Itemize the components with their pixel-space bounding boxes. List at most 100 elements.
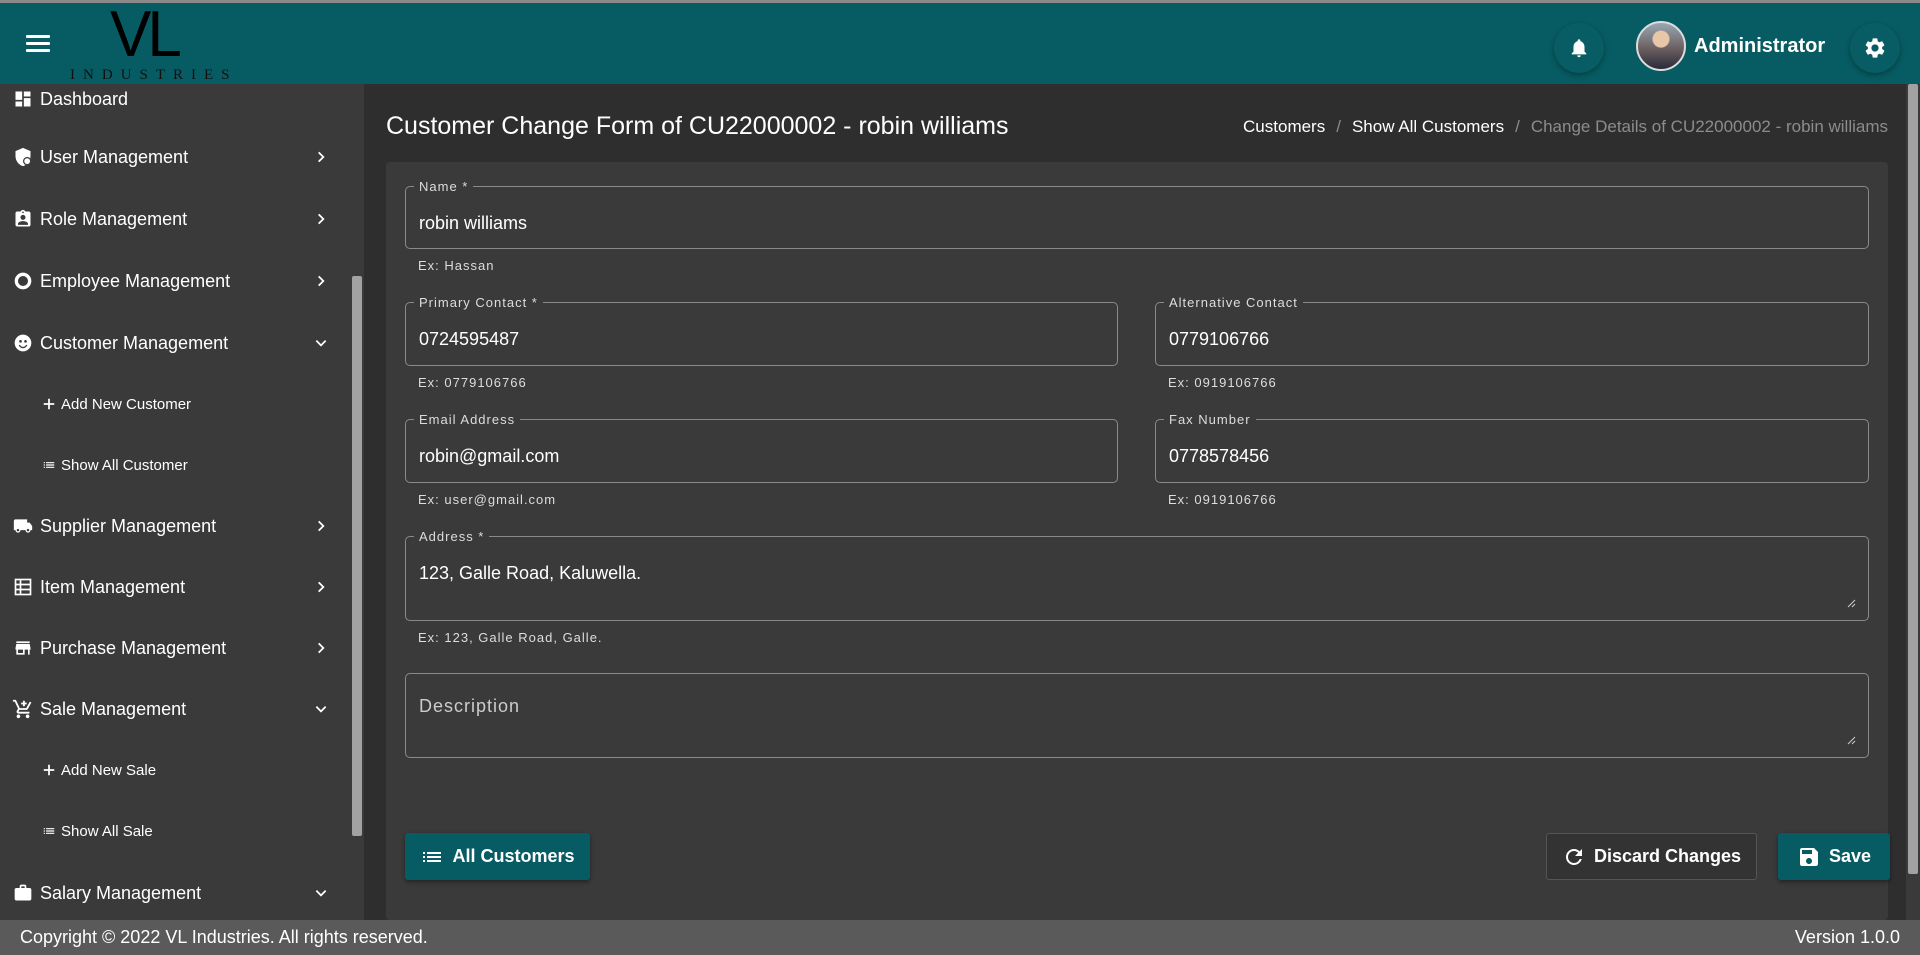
fax-hint: Ex: 0919106766 xyxy=(1168,492,1277,507)
footer-version: Version 1.0.0 xyxy=(1794,927,1900,947)
user-menu[interactable]: Administrator xyxy=(1636,21,1825,71)
sidebar-item-employee-management[interactable]: Employee Management xyxy=(0,256,350,306)
save-icon xyxy=(1799,847,1818,866)
chevron-down-icon xyxy=(315,340,327,347)
address-value: 123, Galle Road, Kaluwella. xyxy=(419,563,642,583)
fax-value: 0778578456 xyxy=(1169,446,1270,466)
chevron-down-icon xyxy=(315,890,327,897)
sidebar-item-salary-management[interactable]: Salary Management xyxy=(0,868,350,918)
primary-contact-value: 0724595487 xyxy=(419,329,520,349)
alternative-contact-value: 0779106766 xyxy=(1169,329,1270,349)
email-hint: Ex: user@gmail.com xyxy=(418,492,557,507)
sidebar-item-label: Employee Management xyxy=(40,270,231,291)
sidebar-item-label: Role Management xyxy=(40,208,188,229)
hamburger-menu-icon[interactable] xyxy=(26,31,60,61)
save-button[interactable]: Save xyxy=(1778,833,1890,880)
list-icon xyxy=(38,820,60,842)
fax-field[interactable]: Fax Number 0778578456 xyxy=(1155,412,1869,483)
primary-contact-hint: Ex: 0779106766 xyxy=(418,375,527,390)
page-title: Customer Change Form of CU22000002 - rob… xyxy=(386,112,1009,140)
sidebar-item-label: Add New Sale xyxy=(61,761,157,779)
dashboard-icon xyxy=(12,88,34,110)
resize-handle-icon[interactable] xyxy=(1846,598,1856,608)
logo-main-text: VL xyxy=(110,0,182,71)
top-app-bar: VL INDUSTRIES Administrator xyxy=(0,0,1920,84)
sidebar-item-user-management[interactable]: User Management xyxy=(0,132,350,182)
sidebar-item-show-all-customer[interactable]: Show All Customer xyxy=(0,440,350,490)
alternative-contact-hint: Ex: 0919106766 xyxy=(1168,375,1277,390)
sidebar-item-label: Customer Management xyxy=(40,332,229,353)
all-customers-label: All Customers xyxy=(452,846,575,866)
sidebar-item-dashboard[interactable]: Dashboard xyxy=(0,84,350,124)
list-icon xyxy=(38,454,60,476)
main-scrollbar-thumb[interactable] xyxy=(1908,84,1918,874)
breadcrumb: Customers / Show All Customers / Change … xyxy=(1243,117,1888,137)
notifications-button[interactable] xyxy=(1554,23,1604,73)
discard-changes-label: Discard Changes xyxy=(1593,846,1742,866)
footer-copyright: Copyright © 2022 VL Industries. All righ… xyxy=(20,927,428,947)
name-value: robin williams xyxy=(419,213,528,233)
plus-icon xyxy=(38,393,60,415)
bell-icon xyxy=(1571,39,1587,58)
sidebar-item-customer-management[interactable]: Customer Management xyxy=(0,318,350,368)
address-hint: Ex: 123, Galle Road, Galle. xyxy=(418,630,603,645)
settings-button[interactable] xyxy=(1850,23,1900,73)
sidebar-item-label: Salary Management xyxy=(40,882,202,903)
refresh-icon xyxy=(1565,848,1582,865)
breadcrumb-current: Change Details of CU22000002 - robin wil… xyxy=(1530,117,1888,136)
fax-label: Fax Number xyxy=(1164,412,1256,427)
alternative-contact-field[interactable]: Alternative Contact 0779106766 xyxy=(1155,295,1869,366)
sidebar: Dashboard User Management Role Managemen… xyxy=(0,84,364,920)
all-customers-button[interactable]: All Customers xyxy=(405,833,590,880)
gear-icon xyxy=(1865,38,1885,58)
chevron-right-icon xyxy=(318,151,325,163)
name-field[interactable]: Name * robin williams xyxy=(405,179,1869,249)
sidebar-item-item-management[interactable]: Item Management xyxy=(0,562,350,612)
logo-sub-text: INDUSTRIES xyxy=(70,67,238,83)
circle-icon xyxy=(12,270,34,292)
breadcrumb-customers[interactable]: Customers xyxy=(1243,117,1325,137)
sidebar-item-label: Dashboard xyxy=(40,88,129,109)
address-field[interactable]: Address * 123, Galle Road, Kaluwella. xyxy=(405,529,1869,621)
alternative-contact-label: Alternative Contact xyxy=(1164,295,1303,310)
sidebar-item-label: Add New Customer xyxy=(61,395,192,413)
chevron-right-icon xyxy=(318,581,325,593)
name-hint: Ex: Hassan xyxy=(418,258,495,273)
breadcrumb-show-all-customers[interactable]: Show All Customers xyxy=(1352,117,1504,137)
main-content: Customer Change Form of CU22000002 - rob… xyxy=(364,84,1920,920)
table-icon xyxy=(12,576,34,598)
email-label: Email Address xyxy=(414,412,521,427)
primary-contact-label: Primary Contact * xyxy=(414,295,543,310)
sidebar-item-purchase-management[interactable]: Purchase Management xyxy=(0,623,350,673)
sidebar-item-show-all-sale[interactable]: Show All Sale xyxy=(0,806,350,856)
sidebar-item-sale-management[interactable]: Sale Management xyxy=(0,684,350,734)
face-icon xyxy=(12,332,34,354)
email-field[interactable]: Email Address robin@gmail.com xyxy=(405,412,1118,483)
chevron-right-icon xyxy=(318,520,325,532)
id-badge-icon xyxy=(12,208,34,230)
chevron-right-icon xyxy=(318,275,325,287)
customer-form-card: Name * robin williams Ex: Hassan Primary… xyxy=(386,162,1890,920)
user-name: Administrator xyxy=(1694,34,1826,57)
resize-handle-icon[interactable] xyxy=(1846,735,1856,745)
chevron-right-icon xyxy=(318,213,325,225)
description-field[interactable]: Description xyxy=(405,673,1869,758)
app-logo[interactable]: VL INDUSTRIES xyxy=(68,0,238,87)
sidebar-item-add-new-sale[interactable]: Add New Sale xyxy=(0,745,350,795)
discard-changes-button[interactable]: Discard Changes xyxy=(1546,833,1757,880)
user-shield-icon xyxy=(12,146,34,168)
save-label: Save xyxy=(1828,846,1872,866)
chevron-right-icon xyxy=(318,642,325,654)
breadcrumb-separator: / xyxy=(1336,117,1341,136)
address-label: Address * xyxy=(414,529,490,544)
list-icon xyxy=(423,851,442,862)
truck-icon xyxy=(12,515,34,537)
sidebar-item-role-management[interactable]: Role Management xyxy=(0,194,350,244)
sidebar-item-add-new-customer[interactable]: Add New Customer xyxy=(0,379,350,429)
sidebar-scrollbar-thumb[interactable] xyxy=(352,276,362,836)
sidebar-item-label: Supplier Management xyxy=(40,515,217,536)
primary-contact-field[interactable]: Primary Contact * 0724595487 xyxy=(405,295,1118,366)
plus-icon xyxy=(38,759,60,781)
sidebar-item-supplier-management[interactable]: Supplier Management xyxy=(0,501,350,551)
sidebar-item-label: Show All Sale xyxy=(61,822,153,840)
